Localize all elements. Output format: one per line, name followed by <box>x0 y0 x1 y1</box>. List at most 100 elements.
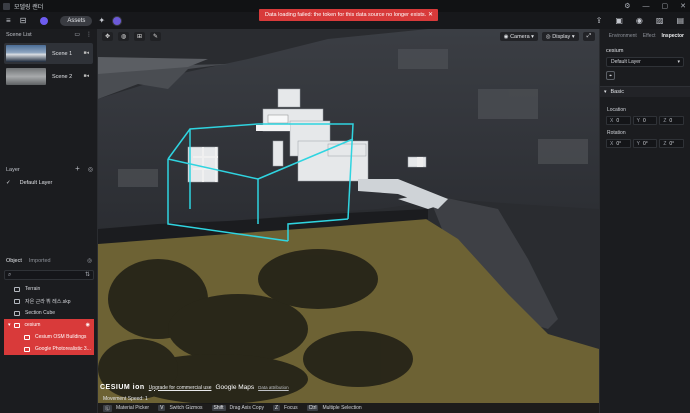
object-tabs: Object Imported ◎ <box>0 255 98 267</box>
close-button[interactable]: ✕ <box>680 2 686 10</box>
location-x-value: 0 <box>616 117 620 124</box>
model-icon <box>14 298 20 304</box>
save-icon[interactable]: ▣ <box>615 16 623 25</box>
rotation-z-field[interactable]: Z 0° <box>659 139 685 148</box>
scene-item-1[interactable]: Scene 1 ■◂ <box>4 43 93 64</box>
add-layer-icon[interactable]: + <box>75 164 80 173</box>
minimize-button[interactable]: — <box>643 3 650 10</box>
settings-icon[interactable]: ⚙ <box>624 2 630 10</box>
shortcut-label: Material Picker <box>116 405 150 411</box>
window-title: 모델링 랜더 <box>14 4 44 11</box>
chevron-down-icon: ▾ <box>677 59 680 65</box>
tab-effect[interactable]: Effect <box>643 33 656 39</box>
location-x-field[interactable]: X0 <box>606 116 631 125</box>
check-icon[interactable]: ✓ <box>6 180 11 186</box>
window-controls: ⚙ — ▢ ✕ <box>624 0 686 12</box>
visibility-icon[interactable]: ◎ <box>88 166 93 173</box>
scene-thumbnail <box>6 45 46 62</box>
ai-assistant-icon[interactable] <box>113 16 122 25</box>
layer-select-value: Default Layer <box>611 59 641 65</box>
cube-icon <box>14 310 20 316</box>
layer-item-default[interactable]: ✓ Default Layer <box>0 176 98 190</box>
tab-environment[interactable]: Environment <box>609 33 637 39</box>
folder-icon <box>13 322 20 328</box>
error-message: Data loading failed: the token for this … <box>265 12 427 18</box>
sparkle-icon[interactable]: ✦ <box>98 16 105 25</box>
shortcut-key: Ⓛ <box>103 404 113 412</box>
cesium-logo: CESIUM ion <box>100 384 145 391</box>
layer-select[interactable]: Default Layer ▾ <box>606 57 684 67</box>
scene-render[interactable] <box>98 29 599 413</box>
location-z-field[interactable]: Z0 <box>659 116 685 125</box>
tab-inspector[interactable]: Inspector <box>661 33 684 39</box>
focus-target-icon[interactable]: ⌖ <box>606 71 615 80</box>
tree-item-label: 자은 근라 뷔 레스.skp <box>25 298 71 305</box>
menu-icon[interactable]: ≡ <box>6 16 11 25</box>
sort-icon[interactable]: ⇅ <box>85 271 90 278</box>
tree-item-osm-buildings[interactable]: Cesium OSM Buildings <box>4 331 94 343</box>
location-y-value: 0 <box>643 117 646 124</box>
tree-item-cesium[interactable]: ▾ cesium ◉ <box>4 319 94 331</box>
scene-item-2[interactable]: Scene 2 ■◂ <box>4 66 93 87</box>
tree-item-label: Cesium OSM Buildings <box>35 334 87 340</box>
basic-section-title: Basic <box>610 89 624 95</box>
object-search: ⌕ ⇅ <box>4 270 94 280</box>
layer-section: Layer + ◎ ✓ Default Layer <box>0 164 98 190</box>
scene-list-title: Scene List <box>6 32 32 38</box>
data-attribution-link[interactable]: Data attribution <box>258 385 289 390</box>
camera-icon[interactable]: ◉ <box>636 16 643 25</box>
location-y-field[interactable]: Y0 <box>632 116 658 125</box>
rotation-x-field[interactable]: X 0° <box>606 139 631 148</box>
close-icon[interactable]: ✕ <box>428 11 433 18</box>
rotation-x-value: 0° <box>616 140 622 147</box>
tree-item-section-cube[interactable]: Section Cube <box>0 307 98 319</box>
grid-icon[interactable]: ⊞ <box>134 32 145 41</box>
plugin-icon[interactable] <box>40 16 49 25</box>
image-icon[interactable]: ▨ <box>656 16 664 25</box>
3d-viewport[interactable]: ✥ ◍ ⊞ ✎ ◉ Camera ▾ ◎ Display ▾ ⤢ CESIUM … <box>98 29 599 413</box>
film-icon[interactable]: ▤ <box>676 16 684 25</box>
location-label: Location <box>607 107 626 113</box>
maximize-button[interactable]: ▢ <box>662 2 669 10</box>
export-icon[interactable]: ⇪ <box>596 16 603 25</box>
movement-speed: Movement Speed: 1 <box>103 396 148 402</box>
terrain-icon <box>14 286 20 292</box>
collapse-arrow-icon[interactable]: ▾ <box>604 89 607 95</box>
rotation-y-field[interactable]: Y 0° <box>632 139 658 148</box>
basic-section-header[interactable]: ▾ Basic <box>600 86 690 97</box>
tree-group-cesium: ▾ cesium ◉ Cesium OSM Buildings Google P… <box>4 319 94 355</box>
left-panel: Scene List ▭ ⋮ Scene 1 ■◂ Scene 2 ■◂ Lay… <box>0 29 98 413</box>
globe-icon[interactable]: ◍ <box>118 32 129 41</box>
tab-imported[interactable]: Imported <box>29 258 51 264</box>
move-tool-icon[interactable]: ✥ <box>102 32 113 41</box>
layer-header: Layer + ◎ <box>0 164 98 176</box>
tab-object[interactable]: Object <box>6 258 22 264</box>
scene-options-icon[interactable]: ⋮ <box>86 31 92 38</box>
pen-icon[interactable]: ✎ <box>150 32 161 41</box>
tree-item-google-3d[interactable]: Google Photorealistic 3... <box>4 343 94 355</box>
layout-icon[interactable]: ⊟ <box>20 16 27 25</box>
upgrade-link[interactable]: Upgrade for commercial use <box>149 385 212 391</box>
app-logo-icon <box>3 2 10 10</box>
expand-arrow-icon[interactable]: ▾ <box>8 322 11 328</box>
shortcut-key: Shift <box>211 405 226 411</box>
add-scene-icon[interactable]: ▭ <box>74 31 80 38</box>
rotation-label: Rotation <box>607 130 626 136</box>
display-dropdown[interactable]: ◎ Display ▾ <box>541 32 579 41</box>
video-icon[interactable]: ■◂ <box>83 50 89 56</box>
visibility-icon[interactable]: ◉ <box>86 322 90 328</box>
camera-dropdown[interactable]: ◉ Camera ▾ <box>499 32 538 41</box>
tree-item-terrain[interactable]: Terrain <box>0 283 98 295</box>
search-input[interactable] <box>17 272 77 279</box>
scene-label: Scene 2 <box>52 73 73 80</box>
scene-thumbnail <box>6 68 46 85</box>
shortcut-label: Focus <box>284 405 298 411</box>
tree-item-model[interactable]: 자은 근라 뷔 레스.skp <box>0 295 98 307</box>
visibility-icon[interactable]: ◎ <box>87 258 92 264</box>
shortcut-key: Ctrl <box>306 405 319 411</box>
tree-item-label: cesium <box>24 322 41 328</box>
assets-button[interactable]: Assets <box>60 15 93 26</box>
video-icon[interactable]: ■◂ <box>83 73 89 79</box>
toolbar-right-icons: ⇪ ▣ ◉ ▨ ▤ <box>596 12 684 29</box>
fullscreen-icon[interactable]: ⤢ <box>582 32 595 41</box>
